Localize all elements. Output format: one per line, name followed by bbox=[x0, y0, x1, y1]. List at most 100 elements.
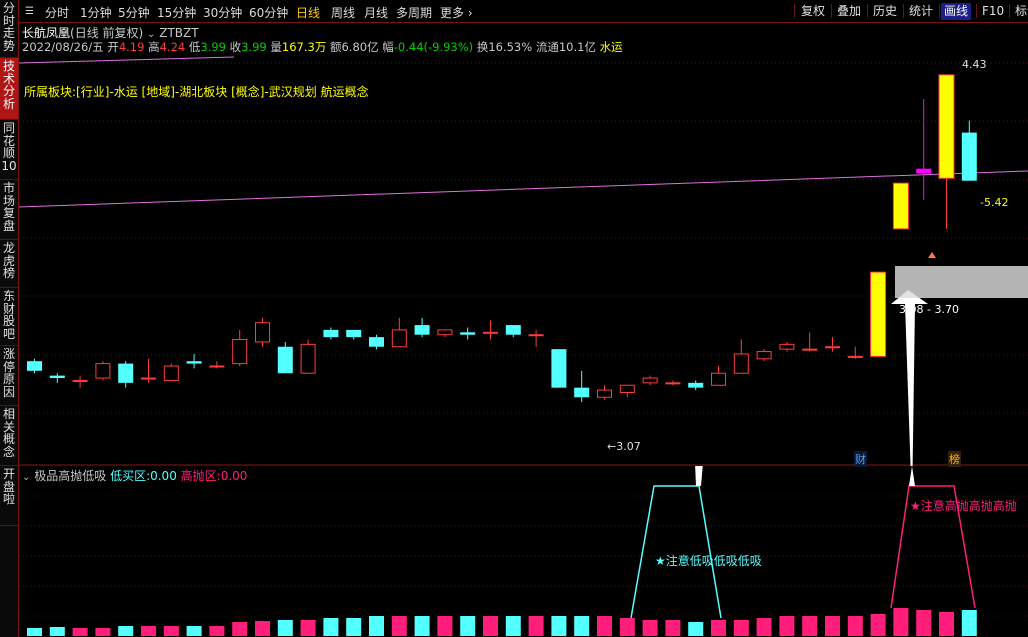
volume-bar bbox=[619, 618, 635, 636]
stock-chart-app: 分时走势 技术分析 同花顺10 市场复盘 龙虎榜 东财股吧 涨停原因 相关概念 … bbox=[0, 0, 1028, 637]
mark-button[interactable]: 标记 bbox=[1012, 3, 1028, 20]
volume-bar bbox=[460, 616, 476, 636]
volume-bar bbox=[505, 616, 521, 636]
candle-body bbox=[118, 363, 134, 383]
candle-body bbox=[892, 182, 909, 230]
candle-body bbox=[916, 168, 932, 174]
tab-1min[interactable]: 1分钟 bbox=[80, 4, 112, 21]
tab-weekly[interactable]: 周线 bbox=[331, 4, 355, 21]
candle-body bbox=[619, 384, 635, 393]
volume-bar bbox=[414, 616, 430, 636]
overlay-button[interactable]: 叠加 bbox=[834, 3, 864, 20]
candle-body bbox=[528, 334, 544, 337]
sidebar-item-review[interactable]: 市场复盘 bbox=[0, 180, 18, 240]
toolbar-divider bbox=[976, 4, 977, 18]
tab-30min[interactable]: 30分钟 bbox=[203, 4, 242, 21]
trend-line bbox=[19, 56, 235, 64]
sidebar-item-limit-reason[interactable]: 涨停原因 bbox=[0, 346, 18, 406]
candle-body bbox=[141, 377, 156, 380]
candle-body bbox=[209, 365, 225, 368]
candle-body bbox=[597, 389, 612, 398]
volume-bar bbox=[369, 616, 384, 636]
last-change-label: -5.42 bbox=[980, 196, 1009, 209]
volume-bar bbox=[27, 628, 42, 636]
left-sidebar: 分时走势 技术分析 同花顺10 市场复盘 龙虎榜 东财股吧 涨停原因 相关概念 … bbox=[0, 0, 19, 637]
volume-bar bbox=[346, 618, 362, 636]
volume-bar bbox=[711, 620, 726, 636]
candle-body bbox=[437, 329, 453, 336]
volume-bar bbox=[391, 616, 407, 636]
volume-bar bbox=[437, 616, 453, 636]
volume-bar bbox=[688, 622, 704, 636]
candle-body bbox=[483, 331, 498, 334]
stats-button[interactable]: 统计 bbox=[906, 3, 936, 20]
toolbar-divider bbox=[794, 4, 795, 18]
candle-body bbox=[414, 325, 430, 335]
toolbar-divider bbox=[939, 4, 940, 18]
candle-body bbox=[72, 379, 88, 382]
sidebar-item-concepts[interactable]: 相关概念 bbox=[0, 406, 18, 466]
candle-body bbox=[802, 348, 818, 351]
candle-body bbox=[300, 343, 316, 374]
f10-button[interactable]: F10 bbox=[979, 3, 1007, 20]
volume-bar bbox=[528, 616, 544, 636]
volume-bar bbox=[961, 610, 977, 636]
candle-body bbox=[277, 346, 293, 374]
tab-timeshare[interactable]: 分时 bbox=[45, 4, 69, 21]
candle-body bbox=[27, 361, 42, 371]
sidebar-item-forum[interactable]: 东财股吧 bbox=[0, 288, 18, 346]
menu-icon[interactable]: ☰ bbox=[25, 6, 34, 17]
volume-bar bbox=[163, 626, 179, 636]
volume-bar bbox=[72, 628, 88, 636]
candle-body bbox=[756, 351, 772, 360]
list-badge[interactable]: 榜 bbox=[948, 451, 961, 467]
tab-5min[interactable]: 5分钟 bbox=[118, 4, 150, 21]
volume-bar bbox=[49, 627, 65, 636]
volume-bar bbox=[95, 628, 111, 636]
restore-rights-button[interactable]: 复权 bbox=[798, 3, 828, 20]
sidebar-item-ths10[interactable]: 同花顺10 bbox=[0, 120, 18, 180]
draw-line-button[interactable]: 画线 bbox=[941, 3, 972, 20]
candle-body bbox=[961, 132, 977, 181]
candle-body bbox=[391, 329, 407, 348]
buy-signal-label: ★注意低吸低吸低吸 bbox=[655, 554, 762, 568]
volume-bar bbox=[665, 620, 681, 636]
signal-marker bbox=[928, 252, 936, 258]
tab-multi-period[interactable]: 多周期 bbox=[396, 4, 432, 21]
sell-signal-label: ★注意高抛高抛高抛 bbox=[910, 499, 1017, 513]
range-label: 3.08 - 3.70 bbox=[899, 303, 959, 316]
candle-body bbox=[369, 337, 384, 347]
history-button[interactable]: 历史 bbox=[870, 3, 900, 20]
volume-bar bbox=[323, 618, 339, 636]
sidebar-item-dragon-tiger[interactable]: 龙虎榜 bbox=[0, 240, 18, 288]
candle-body bbox=[938, 74, 955, 179]
tab-15min[interactable]: 15分钟 bbox=[157, 4, 196, 21]
high-price-label: 4.43 bbox=[962, 58, 987, 71]
tab-daily[interactable]: 日线 bbox=[296, 4, 320, 21]
volume-bar bbox=[916, 610, 932, 636]
toolbar: ☰ 分时 1分钟 5分钟 15分钟 30分钟 60分钟 日线 周线 月线 多周期… bbox=[19, 0, 1028, 23]
tab-monthly[interactable]: 月线 bbox=[364, 4, 388, 21]
price-chart[interactable] bbox=[19, 23, 1028, 466]
volume-bar bbox=[893, 608, 909, 636]
tab-more-label: 更多 bbox=[440, 6, 465, 20]
volume-bar bbox=[939, 612, 954, 636]
candle-body bbox=[642, 377, 658, 384]
candle-body bbox=[733, 353, 749, 374]
volume-bar bbox=[255, 621, 270, 636]
sidebar-item-timeshare[interactable]: 分时走势 bbox=[0, 0, 18, 58]
sidebar-item-technical[interactable]: 技术分析 bbox=[0, 58, 18, 120]
low-price-label: ←3.07 bbox=[607, 440, 641, 453]
range-highlight bbox=[895, 266, 1028, 298]
volume-bar bbox=[574, 616, 590, 636]
tab-more[interactable]: 更多 › bbox=[440, 4, 473, 21]
indicator-chart[interactable] bbox=[19, 466, 1028, 637]
finance-badge[interactable]: 财 bbox=[854, 451, 867, 467]
candle-body bbox=[779, 343, 795, 350]
volume-bar bbox=[209, 626, 225, 636]
up-arrow-marker bbox=[891, 290, 928, 466]
candle-body bbox=[232, 339, 248, 365]
tab-60min[interactable]: 60分钟 bbox=[249, 4, 288, 21]
candle-body bbox=[711, 372, 726, 386]
sidebar-item-kaipanla[interactable]: 开盘啦 bbox=[0, 466, 18, 526]
